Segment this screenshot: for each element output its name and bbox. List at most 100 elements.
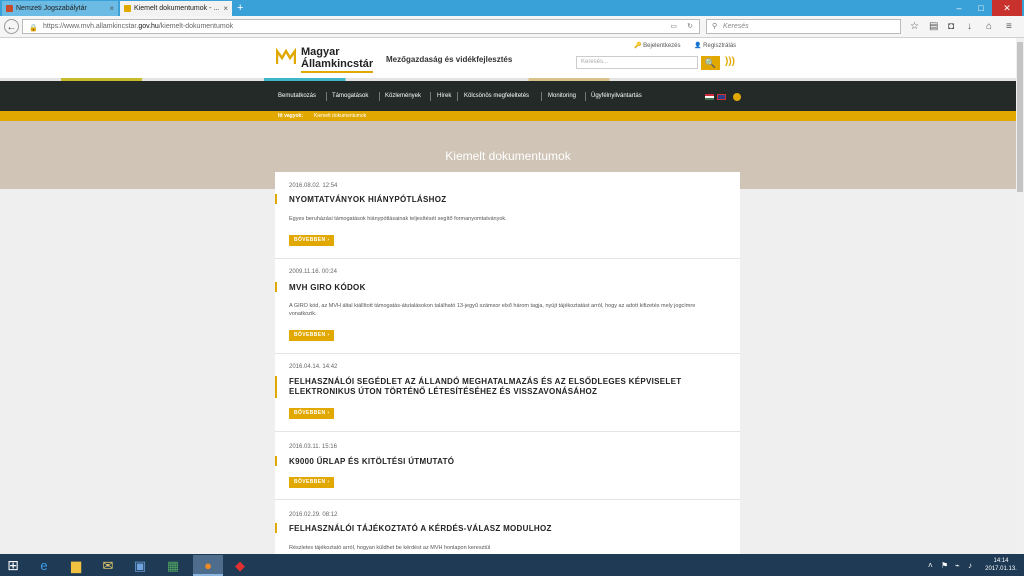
- entry-title[interactable]: NYOMTATVÁNYOK HIÁNYPÓTLÁSHOZ: [289, 195, 709, 205]
- close-window-button[interactable]: ✕: [992, 0, 1022, 16]
- entry-accent-bar: [275, 282, 277, 292]
- taskbar-clock[interactable]: 14:14 2017.01.13.: [982, 557, 1020, 573]
- nav-separator: [326, 92, 327, 101]
- list-item: 2016.04.14. 14:42 FELHASZNÁLÓI SEGÉDLET …: [275, 354, 740, 432]
- back-icon[interactable]: ←: [4, 19, 19, 34]
- acrobat-icon[interactable]: ◆: [225, 555, 255, 576]
- breadcrumb-current[interactable]: Kiemelt dokumentumok: [314, 112, 366, 120]
- browser-tab-strip: Nemzeti Jogszabálytár × Kiemelt dokument…: [0, 0, 1024, 16]
- lock-icon: 🔒: [29, 25, 38, 32]
- tab-label: Kiemelt dokumentumok - ...: [134, 5, 220, 12]
- more-button[interactable]: BŐVEBBEN ›: [289, 330, 335, 341]
- entry-date: 2009.11.16. 00:24: [289, 269, 337, 275]
- entry-title[interactable]: MVH GIRO KÓDOK: [289, 283, 709, 293]
- mail-icon[interactable]: ✉: [93, 555, 123, 576]
- tab-nemzeti-jogszabalytar[interactable]: Nemzeti Jogszabálytár ×: [2, 1, 118, 16]
- nav-item-kolcsonos-megfeleltetes[interactable]: Kölcsönös megfeleltetés: [464, 93, 529, 99]
- tab-close-icon[interactable]: ×: [223, 1, 228, 16]
- windows-start-icon[interactable]: ⊞: [4, 556, 22, 574]
- home-icon[interactable]: ⌂: [986, 20, 992, 33]
- more-button[interactable]: BŐVEBBEN ›: [289, 477, 335, 488]
- url-path: /kiemelt-dokumentumok: [158, 23, 234, 30]
- star-icon[interactable]: ☆: [910, 20, 919, 33]
- nav-item-bemutatkozas[interactable]: Bemutatkozás: [278, 93, 316, 99]
- login-link[interactable]: 🔑 Bejelentkezés: [634, 42, 681, 49]
- entry-title[interactable]: FELHASZNÁLÓI SEGÉDLET AZ ÁLLANDÓ MEGHATA…: [289, 377, 709, 397]
- url-domain: gov.hu: [138, 23, 159, 30]
- browser-toolbar: ← 🔒 https://www.mvh.allamkincstar.gov.hu…: [0, 16, 1024, 38]
- tab-kiemelt-dokumentumok[interactable]: Kiemelt dokumentumok - ... ×: [120, 1, 232, 16]
- page-favicon-icon: [6, 5, 13, 12]
- nav-item-tamogatasok[interactable]: Támogatások: [332, 93, 368, 99]
- list-item: 2009.11.16. 00:24 MVH GIRO KÓDOK A GIRO …: [275, 259, 740, 354]
- site-search-button[interactable]: 🔍: [701, 56, 720, 70]
- nav-item-kozlemenyek[interactable]: Közlemények: [385, 93, 421, 99]
- maximize-button[interactable]: □: [970, 0, 992, 16]
- windows-taskbar: ⊞ e ▆ ✉ ▣ ▦ ● ◆ ˄ ⚑ ⌁ ♪ 14:14 2017.01.13…: [0, 554, 1024, 576]
- file-explorer-icon[interactable]: ▆: [61, 555, 91, 576]
- volume-icon[interactable]: ♪: [968, 561, 972, 570]
- url-prefix: https://www.mvh.allamkincstar.: [43, 23, 139, 30]
- nav-separator: [585, 92, 586, 101]
- nav-separator: [457, 92, 458, 101]
- scrollbar-thumb[interactable]: [1017, 42, 1023, 192]
- list-item: 2016.02.29. 08:12 FELHASZNÁLÓI TÁJÉKOZTA…: [275, 500, 740, 554]
- address-bar[interactable]: 🔒 https://www.mvh.allamkincstar.gov.hu/k…: [22, 19, 700, 34]
- nav-separator: [379, 92, 380, 101]
- reload-icon[interactable]: ↻: [687, 20, 693, 33]
- tab-close-icon[interactable]: ×: [109, 1, 114, 16]
- firefox-icon[interactable]: ●: [193, 555, 223, 576]
- entry-date: 2016.04.14. 14:42: [289, 364, 338, 370]
- edge-icon[interactable]: e: [29, 555, 59, 576]
- hu-flag-icon[interactable]: [705, 94, 714, 100]
- search-icon: 🔍: [704, 58, 717, 68]
- list-item: 2016.08.02. 12:54 NYOMTATVÁNYOK HIÁNYPÓT…: [275, 172, 740, 259]
- download-icon[interactable]: ↓: [967, 20, 972, 33]
- word-icon[interactable]: ▣: [125, 555, 155, 576]
- nav-item-hirek[interactable]: Hírek: [437, 93, 451, 99]
- en-flag-icon[interactable]: [717, 94, 726, 100]
- nav-item-ugyfelnyilvantartas[interactable]: Ügyfélnyilvántartás: [591, 93, 642, 99]
- more-button[interactable]: BŐVEBBEN ›: [289, 235, 335, 246]
- network-icon[interactable]: ⌁: [955, 561, 960, 570]
- nav-separator: [430, 92, 431, 101]
- page-scrollbar[interactable]: [1016, 38, 1024, 554]
- entry-accent-bar: [275, 376, 277, 398]
- kincstar-logo-icon: [276, 48, 296, 64]
- new-tab-button[interactable]: +: [237, 0, 243, 16]
- page-title: Kiemelt dokumentumok: [445, 149, 571, 163]
- flag-icon[interactable]: ⚑: [941, 561, 948, 570]
- site-search-input[interactable]: Keresés...: [576, 56, 698, 69]
- user-icon: 👤: [694, 43, 702, 49]
- entry-description: A GIRO kód, az MVH által kiállított támo…: [289, 303, 696, 317]
- entry-accent-bar: [275, 194, 277, 204]
- list-item: 2016.03.11. 15:16 K9000 ŰRLAP ÉS KITÖLTÉ…: [275, 432, 740, 500]
- reader-icon[interactable]: ▭: [670, 20, 677, 33]
- entry-title[interactable]: K9000 ŰRLAP ÉS KITÖLTÉSI ÚTMUTATÓ: [289, 457, 709, 467]
- breadcrumb-label: Itt vagyok:: [278, 113, 304, 119]
- entry-description: Egyes beruházási támogatások hiánypótlás…: [289, 216, 507, 222]
- nav-item-monitoring[interactable]: Monitoring: [548, 93, 576, 99]
- excel-icon[interactable]: ▦: [158, 555, 188, 576]
- breadcrumb: [0, 111, 1016, 121]
- accessibility-icon[interactable]: [733, 93, 741, 101]
- search-icon: ⚲: [712, 23, 718, 30]
- clipboard-icon[interactable]: ▤: [929, 20, 938, 33]
- minimize-button[interactable]: –: [948, 0, 970, 16]
- site-logo[interactable]: Magyar Államkincstár: [276, 46, 376, 74]
- chevron-up-icon[interactable]: ˄: [928, 561, 933, 570]
- entry-date: 2016.08.02. 12:54: [289, 183, 338, 189]
- register-link[interactable]: 👤 Regisztrálás: [694, 42, 736, 49]
- main-navigation: Bemutatkozás Támogatások Közlemények Hír…: [0, 81, 1016, 111]
- pocket-icon[interactable]: ◘: [948, 20, 954, 33]
- menu-icon[interactable]: ≡: [1006, 20, 1012, 33]
- browser-search-input[interactable]: ⚲ Keresés: [706, 19, 901, 34]
- logo-underline: [301, 71, 373, 73]
- rss-icon[interactable]: ))): [725, 56, 735, 67]
- more-button[interactable]: BŐVEBBEN ›: [289, 408, 335, 419]
- entry-accent-bar: [275, 456, 277, 466]
- entry-title[interactable]: FELHASZNÁLÓI TÁJÉKOZTATÓ A KÉRDÉS-VÁLASZ…: [289, 524, 709, 534]
- browser-search-placeholder: Keresés: [723, 23, 749, 30]
- entry-description: Részletes tájékoztató arról, hogyan küld…: [289, 545, 491, 551]
- key-icon: 🔑: [634, 43, 642, 49]
